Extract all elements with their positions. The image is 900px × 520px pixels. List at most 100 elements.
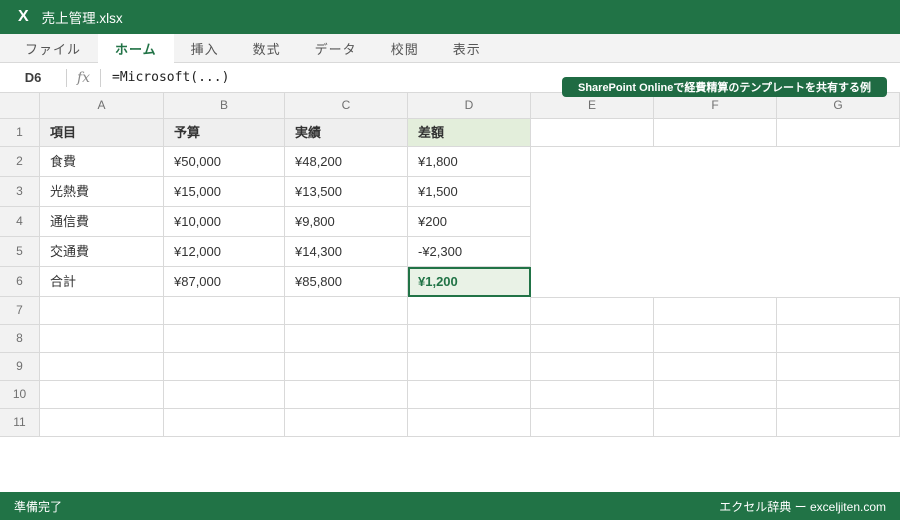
cell-F9[interactable] [654,353,777,381]
cell-G6[interactable] [777,267,900,297]
row-header-10[interactable]: 10 [0,381,40,409]
cell-G5[interactable] [777,237,900,267]
cell-A3[interactable]: 光熱費 [40,177,164,207]
cell-D6[interactable]: ¥1,200 [408,267,531,297]
name-box[interactable]: D6 [0,70,66,85]
cell-C6[interactable]: ¥85,800 [285,267,408,297]
row-header-2[interactable]: 2 [0,147,40,177]
cell-A6[interactable]: 合計 [40,267,164,297]
cell-F11[interactable] [654,409,777,437]
row-header-7[interactable]: 7 [0,297,40,325]
cell-G8[interactable] [777,325,900,353]
cell-D7[interactable] [408,297,531,325]
cell-F8[interactable] [654,325,777,353]
cell-B10[interactable] [164,381,285,409]
cell-E2[interactable] [531,147,654,177]
cell-D5[interactable]: -¥2,300 [408,237,531,267]
tab-file[interactable]: ファイル [8,34,98,63]
cell-C3[interactable]: ¥13,500 [285,177,408,207]
row-header-4[interactable]: 4 [0,207,40,237]
cell-D9[interactable] [408,353,531,381]
tab-insert[interactable]: 挿入 [174,34,236,63]
tab-home[interactable]: ホーム [98,34,174,63]
cell-G4[interactable] [777,207,900,237]
cell-B5[interactable]: ¥12,000 [164,237,285,267]
tab-data[interactable]: データ [298,34,374,63]
cell-A7[interactable] [40,297,164,325]
cell-C9[interactable] [285,353,408,381]
cell-A4[interactable]: 通信費 [40,207,164,237]
cell-C7[interactable] [285,297,408,325]
cell-F5[interactable] [654,237,777,267]
tab-formulas[interactable]: 数式 [236,34,298,63]
cell-F4[interactable] [654,207,777,237]
cell-E8[interactable] [531,325,654,353]
cell-B9[interactable] [164,353,285,381]
cell-G1[interactable] [777,119,900,147]
cell-F6[interactable] [654,267,777,297]
cell-E4[interactable] [531,207,654,237]
cell-G7[interactable] [777,297,900,325]
cell-E6[interactable] [531,267,654,297]
cell-E9[interactable] [531,353,654,381]
cell-F3[interactable] [654,177,777,207]
col-header-A[interactable]: A [40,93,164,119]
cell-D8[interactable] [408,325,531,353]
tab-review[interactable]: 校閲 [374,34,436,63]
cell-G9[interactable] [777,353,900,381]
cell-D3[interactable]: ¥1,500 [408,177,531,207]
col-header-B[interactable]: B [164,93,285,119]
cell-G2[interactable] [777,147,900,177]
cell-C2[interactable]: ¥48,200 [285,147,408,177]
row-header-3[interactable]: 3 [0,177,40,207]
row-header-11[interactable]: 11 [0,409,40,437]
cell-D10[interactable] [408,381,531,409]
cell-G3[interactable] [777,177,900,207]
cell-A10[interactable] [40,381,164,409]
cell-F1[interactable] [654,119,777,147]
col-header-C[interactable]: C [285,93,408,119]
col-header-D[interactable]: D [408,93,531,119]
cell-A1[interactable]: 項目 [40,119,164,147]
row-header-9[interactable]: 9 [0,353,40,381]
cell-B1[interactable]: 予算 [164,119,285,147]
cell-D11[interactable] [408,409,531,437]
cell-E11[interactable] [531,409,654,437]
cell-D2[interactable]: ¥1,800 [408,147,531,177]
cell-C4[interactable]: ¥9,800 [285,207,408,237]
select-all-corner[interactable] [0,93,40,119]
cell-A5[interactable]: 交通費 [40,237,164,267]
cell-E1[interactable] [531,119,654,147]
cell-E7[interactable] [531,297,654,325]
cell-C10[interactable] [285,381,408,409]
cell-B3[interactable]: ¥15,000 [164,177,285,207]
cell-A2[interactable]: 食費 [40,147,164,177]
row-header-1[interactable]: 1 [0,119,40,147]
cell-D4[interactable]: ¥200 [408,207,531,237]
cell-B2[interactable]: ¥50,000 [164,147,285,177]
cell-B4[interactable]: ¥10,000 [164,207,285,237]
cell-C1[interactable]: 実績 [285,119,408,147]
cell-F7[interactable] [654,297,777,325]
fx-icon[interactable]: fx [67,70,100,86]
cell-C5[interactable]: ¥14,300 [285,237,408,267]
row-header-8[interactable]: 8 [0,325,40,353]
cell-B7[interactable] [164,297,285,325]
cell-B8[interactable] [164,325,285,353]
cell-F2[interactable] [654,147,777,177]
cell-B6[interactable]: ¥87,000 [164,267,285,297]
cell-C8[interactable] [285,325,408,353]
cell-A9[interactable] [40,353,164,381]
cell-B11[interactable] [164,409,285,437]
tab-view[interactable]: 表示 [436,34,498,63]
cell-E3[interactable] [531,177,654,207]
cell-G10[interactable] [777,381,900,409]
row-header-5[interactable]: 5 [0,237,40,267]
cell-E5[interactable] [531,237,654,267]
cell-C11[interactable] [285,409,408,437]
cell-A11[interactable] [40,409,164,437]
row-header-6[interactable]: 6 [0,267,40,297]
cell-F10[interactable] [654,381,777,409]
cell-A8[interactable] [40,325,164,353]
formula-input[interactable]: =Microsoft(...) [101,70,229,85]
